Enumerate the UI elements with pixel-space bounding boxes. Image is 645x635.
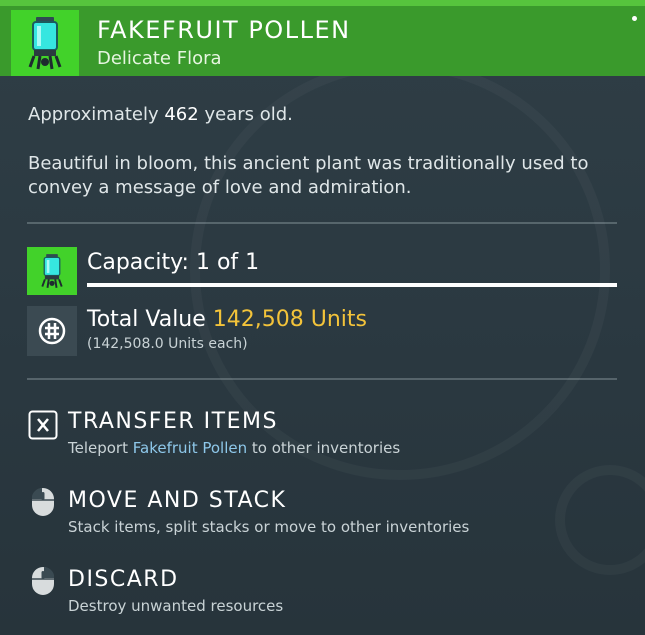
item-header: FAKEFRUIT POLLEN Delicate Flora	[0, 0, 645, 76]
x-key-icon	[27, 409, 59, 441]
item-age-value: 462	[164, 104, 199, 125]
item-description: Beautiful in bloom, this ancient plant w…	[28, 153, 589, 198]
units-currency-icon	[27, 306, 77, 356]
divider	[27, 378, 617, 380]
mouse-right-click-icon	[27, 565, 59, 597]
item-age: Approximately 462 years old.	[28, 104, 293, 125]
pollen-canister-icon	[11, 10, 79, 76]
capacity-label: Capacity: 1 of 1	[87, 250, 260, 275]
item-title: FAKEFRUIT POLLEN	[97, 16, 351, 44]
transfer-items-button[interactable]: TRANSFER ITEMS	[68, 409, 278, 434]
corner-dot	[632, 16, 637, 21]
total-value-amount: 142,508 Units	[212, 307, 367, 332]
background-badge-decoration	[555, 465, 645, 575]
pollen-canister-small-icon	[27, 247, 77, 295]
mouse-left-click-icon	[27, 486, 59, 518]
move-and-stack-description: Stack items, split stacks or move to oth…	[68, 518, 470, 536]
divider	[27, 222, 617, 224]
capacity-bar	[87, 283, 617, 287]
move-and-stack-button[interactable]: MOVE AND STACK	[68, 488, 286, 513]
discard-description: Destroy unwanted resources	[68, 597, 284, 615]
discard-button[interactable]: DISCARD	[68, 567, 179, 592]
item-category: Delicate Flora	[97, 48, 222, 69]
total-value: Total Value 142,508 Units	[87, 307, 367, 332]
unit-value: (142,508.0 Units each)	[87, 336, 248, 352]
item-tooltip-panel: FAKEFRUIT POLLEN Delicate Flora Approxim…	[0, 0, 645, 635]
transfer-items-description: Teleport Fakefruit Pollen to other inven…	[68, 439, 401, 457]
